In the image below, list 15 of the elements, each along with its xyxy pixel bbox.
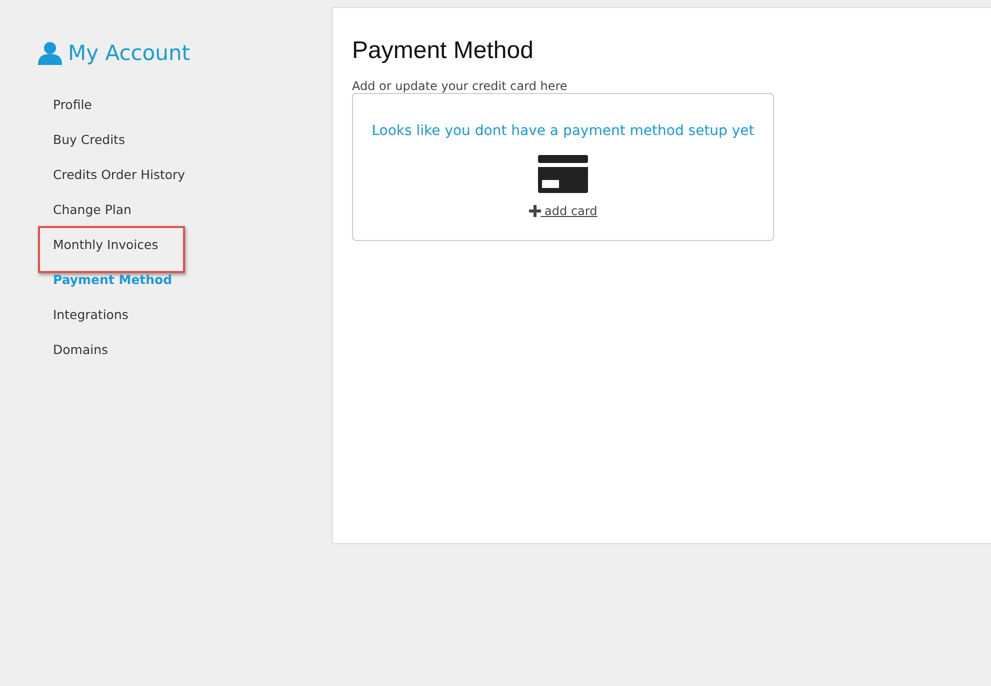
add-card-link[interactable]: add card — [540, 204, 598, 218]
plus-icon[interactable] — [528, 205, 541, 217]
account-title: My Account — [68, 41, 190, 65]
sidebar-item[interactable]: Domains — [53, 342, 108, 357]
sidebar-item[interactable]: Buy Credits — [53, 132, 125, 147]
sidebar-item[interactable]: Integrations — [53, 307, 128, 322]
empty-message: Looks like you dont have a payment method setup yet — [372, 123, 754, 139]
sidebar-item[interactable]: Monthly Invoices — [53, 237, 158, 252]
page-subtitle: Add or update your credit card here — [352, 79, 568, 93]
user-icon — [38, 41, 62, 65]
sidebar-item[interactable]: Credits Order History — [53, 167, 186, 182]
sidebar-item[interactable]: Profile — [53, 97, 92, 112]
sidebar-item[interactable]: Change Plan — [53, 202, 132, 217]
page-title: Payment Method — [352, 37, 534, 65]
credit-card-icon — [538, 155, 588, 193]
